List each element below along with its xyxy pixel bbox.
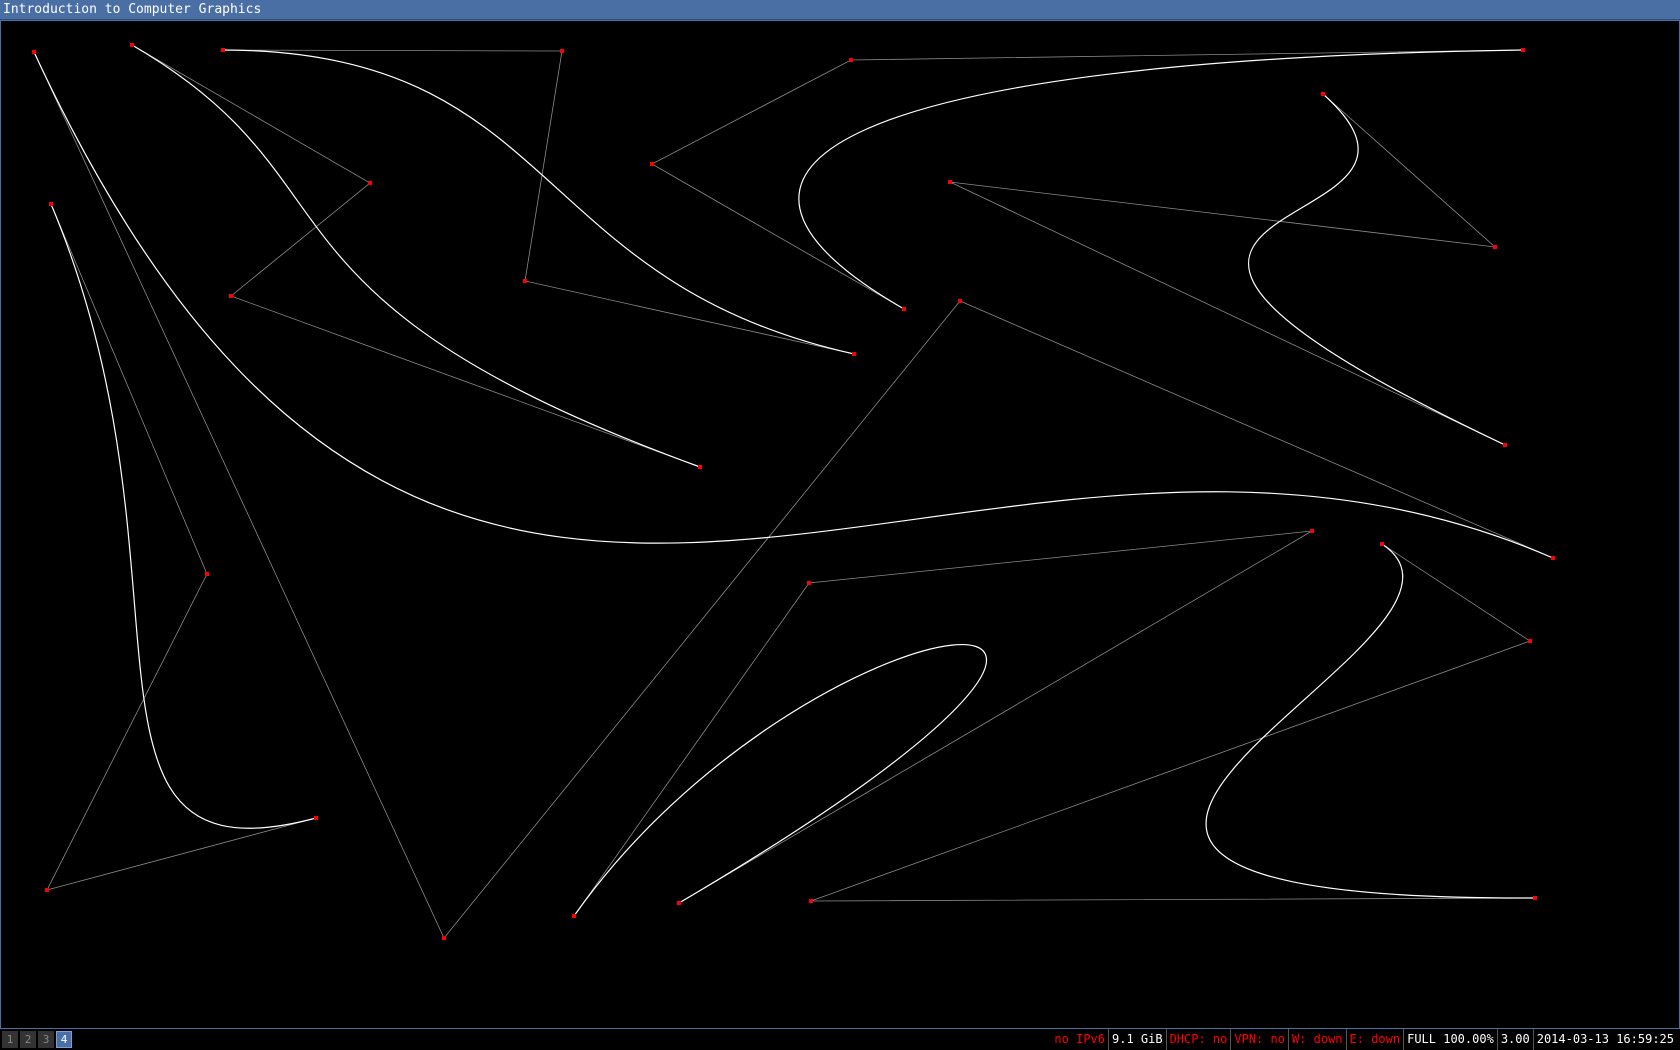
bezier-curve-path bbox=[1205, 543, 1536, 899]
bezier-curve-6[interactable] bbox=[948, 92, 1507, 447]
ipv6-status: no IPv6 bbox=[1054, 1032, 1105, 1046]
control-point-handle[interactable] bbox=[852, 352, 856, 356]
control-point-handle[interactable] bbox=[1380, 542, 1384, 546]
control-point-handle[interactable] bbox=[560, 49, 564, 53]
control-point-handle[interactable] bbox=[45, 888, 49, 892]
bezier-curve-path bbox=[798, 49, 1524, 310]
control-point-handle[interactable] bbox=[677, 901, 681, 905]
workspace-switcher: 1 2 3 4 bbox=[0, 1029, 72, 1050]
control-point-handle[interactable] bbox=[1528, 639, 1532, 643]
bezier-curve-3[interactable] bbox=[130, 43, 702, 469]
window-title-bar[interactable]: Introduction to Computer Graphics bbox=[0, 0, 1680, 20]
load-status: 3.00 bbox=[1496, 1029, 1533, 1050]
control-point-handle[interactable] bbox=[49, 202, 53, 206]
control-polygon bbox=[131, 44, 701, 468]
control-point-handle[interactable] bbox=[221, 48, 225, 52]
dhcp-status: DHCP: no bbox=[1165, 1029, 1231, 1050]
control-point-handle[interactable] bbox=[1521, 48, 1525, 52]
vpn-status: VPN: no bbox=[1230, 1029, 1288, 1050]
status-indicators: no IPv6 9.1 GiB DHCP: no VPN: no W: down… bbox=[1051, 1029, 1677, 1050]
ethernet-status: E: down bbox=[1345, 1029, 1404, 1050]
clock: 2014-03-13 16:59:25 bbox=[1532, 1029, 1677, 1050]
control-point-handle[interactable] bbox=[314, 816, 318, 820]
control-polygon bbox=[33, 51, 1554, 939]
workspace-button-4[interactable]: 4 bbox=[56, 1031, 72, 1048]
bezier-curve-4[interactable] bbox=[221, 48, 856, 356]
bezier-canvas[interactable] bbox=[0, 20, 1680, 1029]
bezier-curve-path bbox=[33, 51, 1554, 559]
control-point-handle[interactable] bbox=[1533, 896, 1537, 900]
bezier-curve-1[interactable] bbox=[32, 50, 1555, 940]
workspace-button-2[interactable]: 2 bbox=[20, 1031, 36, 1048]
control-polygon bbox=[810, 543, 1536, 902]
control-point-handle[interactable] bbox=[902, 307, 906, 311]
workspace-button-1[interactable]: 1 bbox=[2, 1031, 18, 1048]
control-point-handle[interactable] bbox=[523, 279, 527, 283]
control-polygon bbox=[222, 49, 855, 355]
curve-drawing[interactable] bbox=[1, 21, 1679, 1028]
control-point-handle[interactable] bbox=[807, 581, 811, 585]
control-point-handle[interactable] bbox=[205, 572, 209, 576]
control-polygon bbox=[949, 93, 1506, 446]
wireless-status: W: down bbox=[1287, 1029, 1346, 1050]
battery-status: FULL 100.00% bbox=[1403, 1029, 1497, 1050]
control-point-handle[interactable] bbox=[958, 299, 962, 303]
bezier-curve-path bbox=[131, 44, 701, 468]
control-point-handle[interactable] bbox=[368, 181, 372, 185]
control-point-handle[interactable] bbox=[1321, 92, 1325, 96]
control-point-handle[interactable] bbox=[1493, 245, 1497, 249]
control-point-handle[interactable] bbox=[229, 294, 233, 298]
window-title: Introduction to Computer Graphics bbox=[3, 2, 262, 17]
bezier-curve-5[interactable] bbox=[650, 48, 1525, 311]
control-polygon bbox=[651, 49, 1524, 310]
control-point-handle[interactable] bbox=[32, 50, 36, 54]
control-point-handle[interactable] bbox=[948, 180, 952, 184]
control-point-handle[interactable] bbox=[650, 162, 654, 166]
status-bar: 1 2 3 4 no IPv6 9.1 GiB DHCP: no VPN: no… bbox=[0, 1029, 1680, 1050]
bezier-curve-2[interactable] bbox=[45, 202, 318, 892]
control-point-handle[interactable] bbox=[1551, 556, 1555, 560]
disk-status: 9.1 GiB bbox=[1108, 1029, 1166, 1050]
bezier-curve-path bbox=[222, 49, 855, 355]
control-point-handle[interactable] bbox=[572, 914, 576, 918]
bezier-curve-8[interactable] bbox=[809, 542, 1537, 903]
control-point-handle[interactable] bbox=[1310, 529, 1314, 533]
control-point-handle[interactable] bbox=[809, 899, 813, 903]
control-point-handle[interactable] bbox=[442, 936, 446, 940]
workspace-button-3[interactable]: 3 bbox=[38, 1031, 54, 1048]
control-point-handle[interactable] bbox=[130, 43, 134, 47]
control-point-handle[interactable] bbox=[1503, 443, 1507, 447]
control-point-handle[interactable] bbox=[698, 465, 702, 469]
bezier-curve-7[interactable] bbox=[572, 529, 1314, 918]
control-point-handle[interactable] bbox=[849, 58, 853, 62]
bezier-curve-path bbox=[1248, 93, 1506, 446]
control-polygon bbox=[573, 530, 1313, 917]
bezier-curve-path bbox=[573, 644, 987, 917]
